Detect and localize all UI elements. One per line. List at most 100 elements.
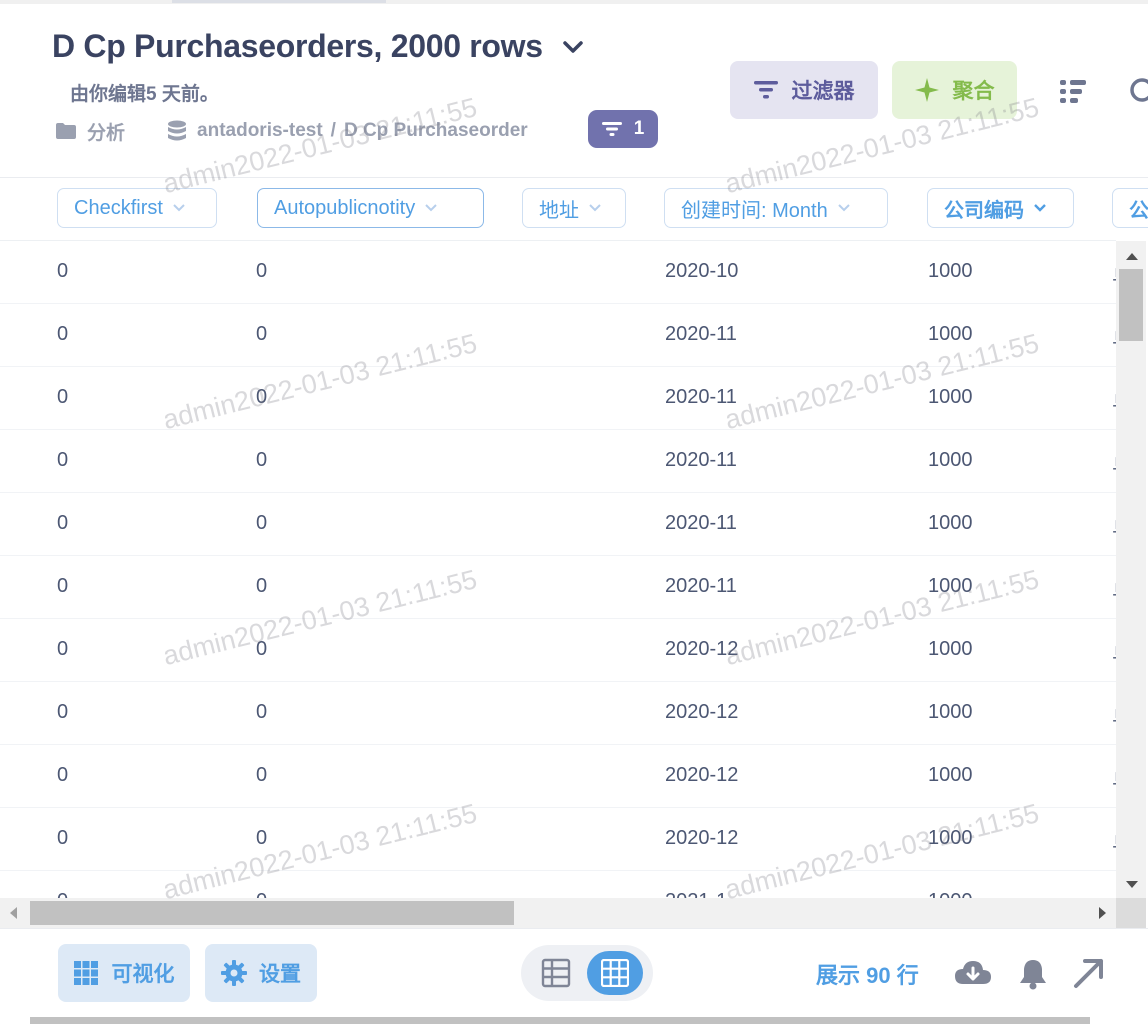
scroll-left-arrow[interactable] [10, 907, 17, 919]
table-cell[interactable]: 0 [256, 512, 267, 535]
table-cell[interactable]: 1000 [928, 260, 973, 283]
table-row: 002020-101000乌 [0, 241, 1116, 304]
table-cell[interactable]: 0 [256, 449, 267, 472]
table-cell[interactable]: 0 [256, 386, 267, 409]
table-cell[interactable]: 1000 [928, 575, 973, 598]
open-in-new-icon[interactable] [1072, 956, 1106, 990]
table-cell[interactable]: 2020-12 [665, 701, 738, 724]
table-row: 002020-121000乌 [0, 682, 1116, 745]
filter-button[interactable]: 过滤器 [730, 61, 878, 119]
table-cell[interactable]: 0 [57, 449, 68, 472]
breadcrumb-table[interactable]: D Cp Purchaseorder [344, 120, 528, 142]
table-cell[interactable]: 0 [256, 323, 267, 346]
table-cell[interactable]: 0 [57, 575, 68, 598]
column-header-address[interactable]: 地址 [522, 188, 626, 228]
table-cell[interactable]: 2020-12 [665, 764, 738, 787]
column-header-label: 地址 [539, 199, 579, 222]
table-cell[interactable]: 0 [256, 575, 267, 598]
window-bottom-scrollbar[interactable] [30, 1017, 1090, 1024]
header-divider [0, 177, 1148, 178]
table-cell[interactable]: 0 [57, 890, 68, 898]
column-header-label: 公 [1129, 199, 1148, 222]
bell-icon[interactable] [1018, 958, 1048, 990]
table-cell[interactable]: 0 [256, 890, 267, 898]
question-title[interactable]: D Cp Purchaseorders, 2000 rows [52, 28, 543, 65]
view-toggle [521, 945, 653, 1001]
table-cell[interactable]: 0 [256, 260, 267, 283]
table-cell[interactable]: 0 [57, 638, 68, 661]
table-cell[interactable]: 1000 [928, 386, 973, 409]
table-cell[interactable]: 1000 [928, 701, 973, 724]
column-header-company-code[interactable]: 公司编码 [927, 188, 1074, 228]
table-cell[interactable]: 1000 [928, 764, 973, 787]
breadcrumb-database[interactable]: antadoris-test [167, 120, 323, 142]
scrollbar-thumb[interactable] [30, 901, 514, 925]
summarize-button[interactable]: 聚合 [892, 61, 1017, 119]
table-view-icon[interactable] [541, 958, 571, 988]
horizontal-scrollbar[interactable] [0, 898, 1116, 928]
table-cell[interactable]: 0 [57, 827, 68, 850]
column-header-company[interactable]: 公 [1112, 188, 1148, 228]
table-cell[interactable]: 1000 [928, 827, 973, 850]
table-cell[interactable]: 0 [256, 638, 267, 661]
table-body: 002020-101000乌002020-111000乌002020-11100… [0, 241, 1116, 898]
filter-icon [753, 81, 778, 99]
table-cell[interactable]: 0 [57, 260, 68, 283]
table-cell[interactable]: 0 [256, 701, 267, 724]
table-cell[interactable]: 2020-11 [665, 512, 737, 535]
table-cell[interactable]: 2020-10 [665, 260, 738, 283]
list-icon[interactable] [1058, 78, 1088, 106]
settings-button-label: 设置 [259, 963, 301, 986]
breadcrumb-table-label: D Cp Purchaseorder [343, 120, 528, 141]
column-header-created-month[interactable]: 创建时间: Month [664, 188, 888, 228]
column-header-row: Checkfirst Autopublicnotity 地址 创建时间: Mon… [0, 188, 1148, 230]
table-cell[interactable]: 0 [256, 764, 267, 787]
table-cell[interactable]: 2020-11 [665, 323, 737, 346]
filter-count: 1 [633, 118, 645, 139]
question-title-row: D Cp Purchaseorders, 2000 rows [52, 28, 585, 65]
table-cell[interactable]: 1000 [928, 323, 973, 346]
table-cell[interactable]: 0 [57, 386, 68, 409]
table-cell[interactable]: 2020-11 [665, 575, 737, 598]
table-cell[interactable]: 2021-1 [665, 890, 727, 898]
vertical-scrollbar[interactable] [1116, 241, 1146, 898]
last-edited-text[interactable]: 由你编辑5 天前。 [70, 79, 219, 106]
scrollbar-thumb[interactable] [1119, 269, 1143, 341]
active-filter-badge[interactable]: 1 [588, 110, 658, 148]
table-cell[interactable]: 1000 [928, 512, 973, 535]
table-cell[interactable]: 0 [57, 323, 68, 346]
scroll-down-arrow[interactable] [1126, 881, 1138, 888]
table-cell[interactable]: 2020-11 [665, 449, 737, 472]
scroll-corner [1116, 898, 1146, 928]
filter-icon [601, 122, 622, 136]
table-row: 002020-121000乌 [0, 619, 1116, 682]
breadcrumb-collection[interactable]: 分析 [55, 118, 125, 145]
table-cell[interactable]: 2020-12 [665, 827, 738, 850]
scroll-right-arrow[interactable] [1099, 907, 1106, 919]
column-header-label: Checkfirst [74, 196, 163, 219]
settings-button[interactable]: 设置 [205, 944, 317, 1002]
visualize-button[interactable]: 可视化 [58, 944, 190, 1002]
table-row: 002020-111000乌 [0, 493, 1116, 556]
search-icon[interactable] [1128, 76, 1148, 108]
row-count-label[interactable]: 展示 90 行 [816, 958, 919, 990]
summarize-button-label: 聚合 [952, 80, 995, 103]
scroll-up-arrow[interactable] [1126, 253, 1138, 260]
table-cell[interactable]: 1000 [928, 449, 973, 472]
table-cell[interactable]: 0 [57, 764, 68, 787]
database-icon [167, 120, 187, 142]
table-cell[interactable]: 1000 [928, 890, 973, 898]
table-cell[interactable]: 2020-12 [665, 638, 738, 661]
table-cell[interactable]: 2020-11 [665, 386, 737, 409]
column-header-checkfirst[interactable]: Checkfirst [57, 188, 217, 228]
table-cell[interactable]: 0 [57, 512, 68, 535]
table-cell[interactable]: 0 [256, 827, 267, 850]
grid-view-icon[interactable] [587, 951, 643, 995]
sparkle-icon [914, 78, 939, 102]
footer-divider [0, 928, 1148, 929]
column-header-autopublicnotity[interactable]: Autopublicnotity [257, 188, 484, 228]
chevron-down-icon[interactable] [561, 35, 585, 59]
download-icon[interactable] [954, 958, 992, 990]
table-cell[interactable]: 1000 [928, 638, 973, 661]
table-cell[interactable]: 0 [57, 701, 68, 724]
